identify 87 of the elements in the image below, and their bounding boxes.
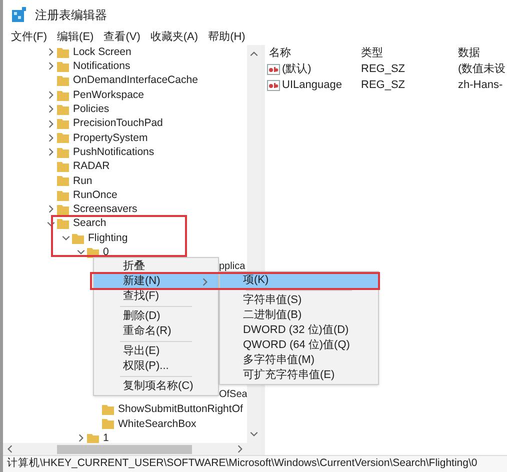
chevron-up-icon[interactable]	[249, 49, 259, 59]
status-bar-path: 计算机\HKEY_CURRENT_USER\SOFTWARE\Microsoft\Windows\CurrentVersion\Search\Flighting\0	[7, 456, 478, 472]
table-cell-text: REG_SZ	[361, 62, 406, 77]
menu-item[interactable]: 可扩充字符串值(E)	[220, 368, 378, 383]
chevron-right-icon[interactable]	[46, 132, 56, 143]
tree-item[interactable]: ShowSubmitButtonRightOf	[118, 404, 243, 415]
chevron-right-icon[interactable]	[46, 118, 56, 129]
tree-item[interactable]: RADAR	[73, 161, 110, 172]
chevron-right-icon[interactable]	[46, 90, 56, 100]
folder-icon	[57, 132, 69, 144]
table-cell-text: REG_SZ	[361, 78, 406, 93]
tree-item[interactable]: 1	[103, 432, 109, 443]
menu-item[interactable]: 折叠	[94, 259, 218, 274]
chevron-right-icon[interactable]	[46, 104, 56, 114]
chevron-right-icon[interactable]	[200, 276, 210, 286]
folder-icon	[57, 146, 69, 158]
menu-item[interactable]: 权限(P)...	[94, 359, 218, 374]
chevron-right-icon[interactable]	[76, 433, 86, 443]
tree-item[interactable]: pplica	[219, 262, 246, 272]
scrollbar-thumb[interactable]	[57, 444, 192, 454]
folder-icon	[57, 90, 69, 101]
menu-item[interactable]: 复制项名称(C)	[94, 379, 218, 394]
menu-item[interactable]: 项(K)	[220, 273, 378, 288]
folder-icon	[72, 232, 84, 244]
folder-icon	[102, 404, 114, 416]
menu-item[interactable]: DWORD (32 位)值(D)	[220, 323, 378, 338]
chevron-right-icon[interactable]	[46, 204, 56, 214]
folder-icon	[57, 46, 69, 58]
menu-item[interactable]: 多字符串值(M)	[220, 353, 378, 368]
column-header[interactable]: 名称	[265, 45, 361, 62]
menu-item[interactable]: 字符串值(S)	[220, 293, 378, 308]
tree-item[interactable]: PenWorkspace	[73, 90, 144, 100]
tree-item[interactable]: 0	[103, 247, 109, 258]
window-title: 注册表编辑器	[35, 7, 107, 24]
tree-item[interactable]: OnDemandInterfaceCache	[73, 75, 198, 86]
menu-item[interactable]: 新建(N)	[94, 274, 218, 289]
horizontal-scrollbar[interactable]	[3, 443, 261, 455]
tree-item[interactable]: Run	[73, 176, 92, 186]
app-icon	[11, 7, 27, 23]
folder-icon	[57, 118, 69, 130]
tree-item[interactable]: Notifications	[73, 61, 130, 72]
menu-bar-item[interactable]: 编辑(E)	[57, 29, 94, 46]
tree-item[interactable]: PushNotifications	[73, 146, 154, 158]
tree-item[interactable]: PrecisionTouchPad	[73, 118, 163, 129]
tree-item[interactable]: Search	[73, 218, 106, 229]
menu-bar-item[interactable]: 查看(V)	[104, 29, 140, 46]
column-header[interactable]: 数据	[458, 45, 480, 62]
chevron-down-icon[interactable]	[61, 233, 71, 243]
folder-icon	[57, 60, 69, 72]
menu-item[interactable]: QWORD (64 位)值(Q)	[220, 338, 378, 353]
table-cell-text: (默认)	[282, 62, 312, 77]
folder-icon	[102, 418, 114, 430]
chevron-right-icon[interactable]	[235, 444, 245, 454]
folder-icon	[57, 218, 69, 230]
folder-icon	[57, 175, 69, 186]
folder-icon	[57, 161, 69, 172]
menu-bar-item[interactable]: 文件(F)	[11, 29, 48, 46]
folder-icon	[57, 104, 69, 115]
tree-item[interactable]: WhiteSearchBox	[118, 418, 196, 430]
chevron-right-icon[interactable]	[46, 147, 56, 158]
tree-item[interactable]: Policies	[73, 104, 110, 115]
menu-item[interactable]: 删除(D)	[94, 309, 218, 324]
menu-item[interactable]: 二进制值(B)	[220, 308, 378, 323]
chevron-right-icon[interactable]	[46, 61, 56, 72]
menu-item[interactable]: 重命名(R)	[94, 324, 218, 339]
tree-item[interactable]: Lock Screen	[73, 46, 132, 58]
tree-item[interactable]: PropertySystem	[73, 132, 148, 144]
folder-icon	[57, 75, 69, 86]
string-value-icon	[267, 64, 280, 74]
tree-item[interactable]: OfSea	[219, 390, 247, 400]
menu-bar-item[interactable]: 收藏夹(A)	[150, 29, 198, 46]
folder-icon	[57, 204, 69, 215]
menu-item[interactable]: 导出(E)	[94, 344, 218, 359]
chevron-right-icon[interactable]	[46, 47, 56, 58]
tree-item[interactable]: Screensavers	[73, 204, 138, 215]
folder-icon	[57, 190, 69, 201]
chevron-left-icon[interactable]	[5, 444, 15, 454]
table-cell-text: UILanguage	[282, 78, 342, 93]
table-cell-text: (数值未设	[458, 62, 506, 77]
column-header[interactable]: 类型	[361, 45, 458, 62]
table-cell-text: zh-Hans-	[458, 78, 503, 93]
tree-item[interactable]: Flighting	[88, 232, 128, 244]
menu-bar-item[interactable]: 帮助(H)	[208, 29, 246, 46]
menu-item[interactable]: 查找(F)	[94, 289, 218, 304]
chevron-down-icon[interactable]	[249, 429, 259, 439]
tree-item[interactable]: RunOnce	[73, 190, 118, 200]
string-value-icon	[267, 80, 280, 90]
